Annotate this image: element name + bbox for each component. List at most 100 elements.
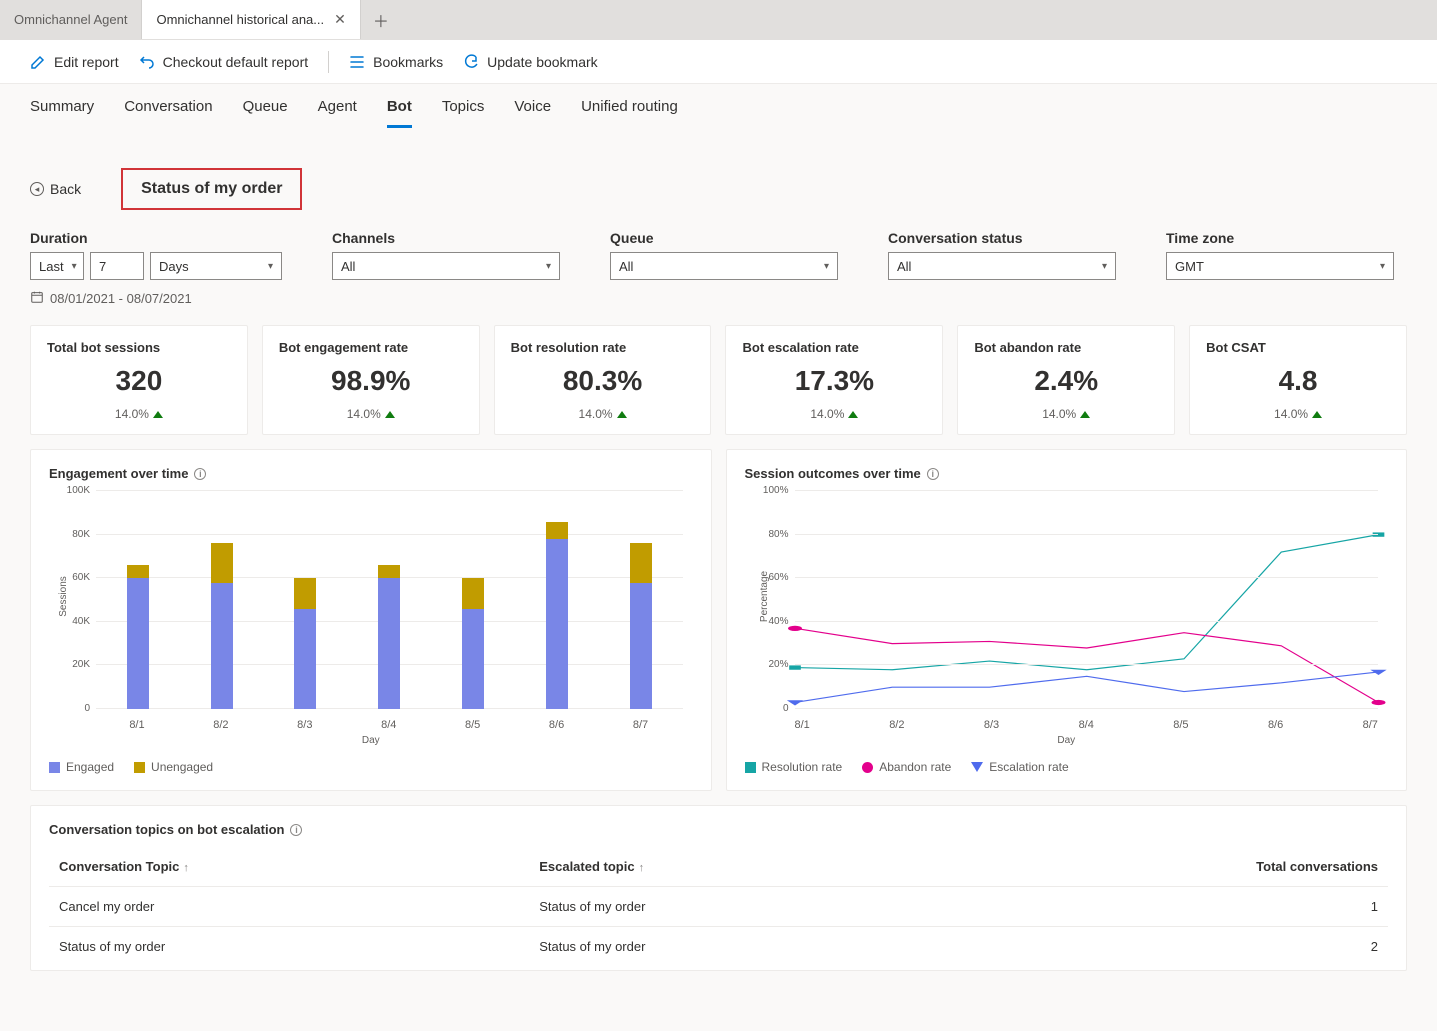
table-row[interactable]: Cancel my orderStatus of my order1 bbox=[49, 887, 1388, 927]
bookmarks-button[interactable]: Bookmarks bbox=[349, 54, 443, 70]
checkout-report-button[interactable]: Checkout default report bbox=[139, 54, 309, 70]
kpi-trend: 14.0% bbox=[511, 407, 695, 421]
chart-title: Engagement over time i bbox=[49, 466, 693, 481]
app-tab-agent[interactable]: Omnichannel Agent bbox=[0, 0, 142, 39]
sort-icon: ↑ bbox=[183, 862, 189, 874]
cell-total: 2 bbox=[934, 927, 1388, 967]
topic-title-highlight: Status of my order bbox=[121, 168, 302, 210]
swatch-icon bbox=[745, 762, 756, 773]
trend-up-icon bbox=[1080, 411, 1090, 418]
kpi-trend: 14.0% bbox=[974, 407, 1158, 421]
kpi-value: 98.9% bbox=[279, 365, 463, 397]
kpi-title: Bot abandon rate bbox=[974, 340, 1158, 355]
command-bar: Edit report Checkout default report Book… bbox=[0, 40, 1437, 84]
queue-select[interactable]: All▾ bbox=[610, 252, 838, 280]
new-tab-button[interactable]: ＋ bbox=[361, 0, 401, 39]
cmd-label: Bookmarks bbox=[373, 54, 443, 70]
conversation-status-select[interactable]: All▾ bbox=[888, 252, 1116, 280]
app-tab-historical[interactable]: Omnichannel historical ana... ✕ bbox=[142, 0, 360, 39]
kpi-title: Bot resolution rate bbox=[511, 340, 695, 355]
x-axis-label: Day bbox=[745, 735, 1389, 746]
cell-escalated: Status of my order bbox=[529, 927, 933, 967]
cmd-label: Edit report bbox=[54, 54, 119, 70]
legend-resolution: Resolution rate bbox=[745, 760, 843, 774]
back-label: Back bbox=[50, 181, 81, 197]
chevron-down-icon: ▾ bbox=[1380, 261, 1385, 272]
filter-label: Duration bbox=[30, 230, 282, 246]
chevron-down-icon: ▾ bbox=[72, 261, 77, 272]
kpi-trend: 14.0% bbox=[47, 407, 231, 421]
info-icon[interactable]: i bbox=[194, 468, 206, 480]
escalation-table: Conversation Topic↑ Escalated topic↑ Tot… bbox=[49, 847, 1388, 966]
update-bookmark-button[interactable]: Update bookmark bbox=[463, 54, 598, 70]
col-conversation-topic[interactable]: Conversation Topic↑ bbox=[49, 847, 529, 887]
tab-queue[interactable]: Queue bbox=[243, 98, 288, 128]
legend-unengaged: Unengaged bbox=[134, 760, 213, 774]
table-row[interactable]: Status of my orderStatus of my order2 bbox=[49, 927, 1388, 967]
kpi-trend: 14.0% bbox=[1206, 407, 1390, 421]
col-escalated-topic[interactable]: Escalated topic↑ bbox=[529, 847, 933, 887]
duration-unit-select[interactable]: Days▾ bbox=[150, 252, 282, 280]
tab-agent[interactable]: Agent bbox=[318, 98, 357, 128]
separator bbox=[328, 51, 329, 73]
kpi-escalation-rate: Bot escalation rate 17.3% 14.0% bbox=[725, 325, 943, 435]
table-header-row: Conversation Topic↑ Escalated topic↑ Tot… bbox=[49, 847, 1388, 887]
cell-topic: Cancel my order bbox=[49, 887, 529, 927]
kpi-csat: Bot CSAT 4.8 14.0% bbox=[1189, 325, 1407, 435]
select-value: All bbox=[341, 259, 355, 274]
kpi-title: Bot escalation rate bbox=[742, 340, 926, 355]
tab-unified-routing[interactable]: Unified routing bbox=[581, 98, 678, 128]
kpi-title: Total bot sessions bbox=[47, 340, 231, 355]
filter-label: Queue bbox=[610, 230, 838, 246]
channels-select[interactable]: All▾ bbox=[332, 252, 560, 280]
info-icon[interactable]: i bbox=[290, 824, 302, 836]
filter-duration: Duration Last▾ 7 Days▾ bbox=[30, 230, 282, 280]
info-icon[interactable]: i bbox=[927, 468, 939, 480]
chart-row: Engagement over time i Sessions 020K40K6… bbox=[30, 449, 1407, 791]
edit-report-button[interactable]: Edit report bbox=[30, 54, 119, 70]
trend-up-icon bbox=[848, 411, 858, 418]
pencil-icon bbox=[30, 54, 46, 70]
refresh-icon bbox=[463, 54, 479, 70]
tab-voice[interactable]: Voice bbox=[514, 98, 551, 128]
chevron-down-icon: ▾ bbox=[824, 261, 829, 272]
kpi-value: 17.3% bbox=[742, 365, 926, 397]
back-arrow-icon: ◂ bbox=[30, 182, 44, 196]
app-tab-label: Omnichannel historical ana... bbox=[156, 12, 324, 27]
tab-conversation[interactable]: Conversation bbox=[124, 98, 212, 128]
close-icon[interactable]: ✕ bbox=[334, 11, 346, 28]
back-button[interactable]: ◂ Back bbox=[30, 181, 81, 197]
tab-summary[interactable]: Summary bbox=[30, 98, 94, 128]
kpi-value: 80.3% bbox=[511, 365, 695, 397]
chevron-down-icon: ▾ bbox=[268, 261, 273, 272]
filter-label: Channels bbox=[332, 230, 560, 246]
swatch-icon bbox=[862, 762, 873, 773]
app-tab-strip: Omnichannel Agent Omnichannel historical… bbox=[0, 0, 1437, 40]
col-total-conversations[interactable]: Total conversations bbox=[934, 847, 1388, 887]
timezone-select[interactable]: GMT▾ bbox=[1166, 252, 1394, 280]
date-range: 08/01/2021 - 08/07/2021 bbox=[30, 290, 1407, 307]
filter-bar: Duration Last▾ 7 Days▾ Channels All▾ Que… bbox=[30, 230, 1407, 280]
kpi-title: Bot engagement rate bbox=[279, 340, 463, 355]
kpi-engagement-rate: Bot engagement rate 98.9% 14.0% bbox=[262, 325, 480, 435]
cell-escalated: Status of my order bbox=[529, 887, 933, 927]
filter-status: Conversation status All▾ bbox=[888, 230, 1116, 280]
cmd-label: Update bookmark bbox=[487, 54, 598, 70]
select-value: All bbox=[897, 259, 911, 274]
swatch-icon bbox=[49, 762, 60, 773]
kpi-title: Bot CSAT bbox=[1206, 340, 1390, 355]
undo-icon bbox=[139, 54, 155, 70]
legend-abandon: Abandon rate bbox=[862, 760, 951, 774]
duration-value-input[interactable]: 7 bbox=[90, 252, 144, 280]
kpi-value: 2.4% bbox=[974, 365, 1158, 397]
duration-mode-select[interactable]: Last▾ bbox=[30, 252, 84, 280]
kpi-abandon-rate: Bot abandon rate 2.4% 14.0% bbox=[957, 325, 1175, 435]
trend-up-icon bbox=[385, 411, 395, 418]
legend-engaged: Engaged bbox=[49, 760, 114, 774]
tab-bot[interactable]: Bot bbox=[387, 98, 412, 128]
legend-escalation: Escalation rate bbox=[971, 760, 1068, 774]
app-tab-label: Omnichannel Agent bbox=[14, 12, 127, 27]
kpi-total-sessions: Total bot sessions 320 14.0% bbox=[30, 325, 248, 435]
cell-total: 1 bbox=[934, 887, 1388, 927]
tab-topics[interactable]: Topics bbox=[442, 98, 485, 128]
